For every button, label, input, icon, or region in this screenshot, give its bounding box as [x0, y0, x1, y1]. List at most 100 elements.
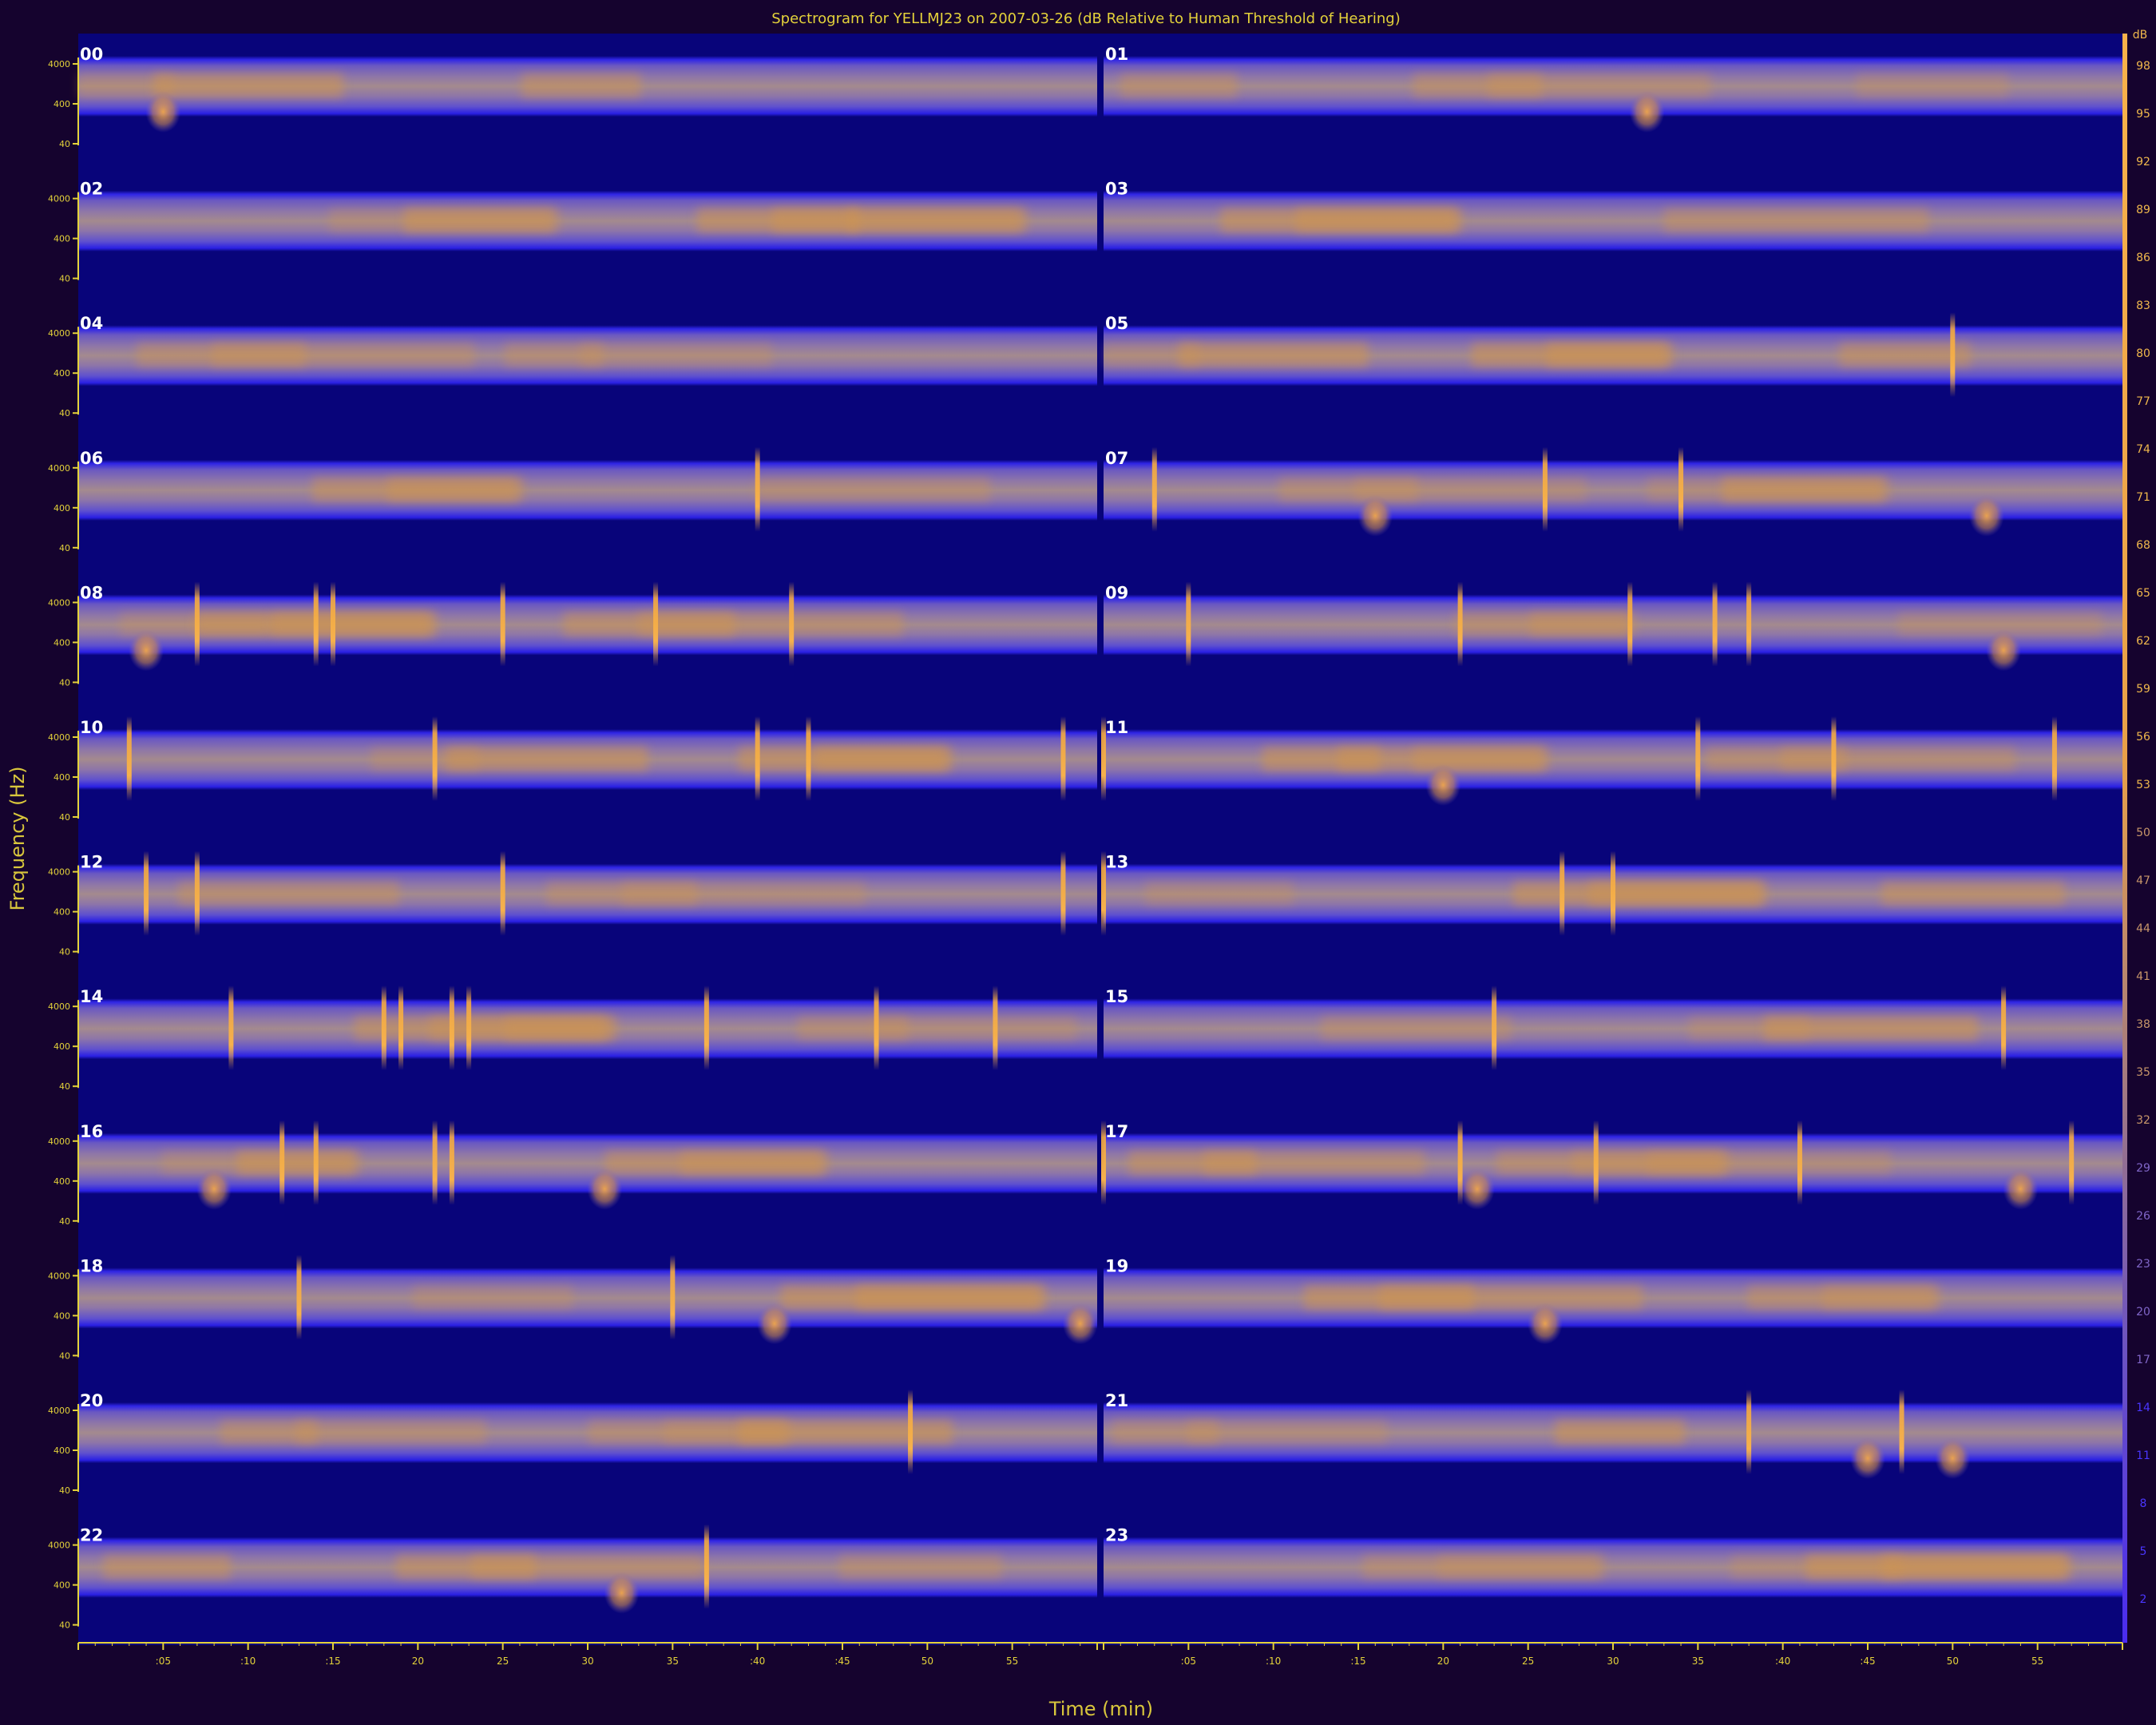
colorbar-tick-label: 59	[2136, 683, 2150, 696]
blob-event	[1062, 1303, 1098, 1345]
spike-event	[194, 581, 200, 667]
loud-segment	[1203, 1150, 1425, 1175]
hour-label-14: 14	[80, 987, 103, 1006]
time-tick-label: :15	[1350, 1656, 1365, 1667]
time-tick-label: :10	[240, 1656, 256, 1667]
time-tick-label: 30	[581, 1656, 593, 1667]
freq-tick-label: 4000	[48, 867, 70, 878]
time-tick-label: 25	[1522, 1656, 1534, 1667]
freq-tick-label: 400	[54, 1580, 70, 1591]
hour-label-09: 09	[1105, 583, 1128, 602]
colorbar-tick-label: 92	[2136, 156, 2150, 169]
loud-segment	[412, 1285, 573, 1310]
loud-segment	[1379, 1285, 1643, 1310]
spike-event	[653, 581, 659, 667]
loud-segment	[1822, 1285, 1933, 1310]
freq-tick-label: 4000	[48, 732, 70, 743]
frequency-axis: 4000 400 40 4000 400 40 4000 400 40 4000 400 40 4000…	[48, 58, 79, 1631]
loud-segment	[471, 1554, 704, 1579]
spike-event	[2069, 1120, 2075, 1205]
freq-tick-label: 400	[54, 907, 70, 918]
colorbar-tick-label: 71	[2136, 491, 2150, 504]
colorbar-tick-label: 86	[2136, 252, 2150, 264]
blob-event	[604, 1572, 640, 1614]
colorbar-tick-label: 47	[2136, 874, 2150, 887]
loud-segment	[1488, 73, 1710, 97]
time-tick-label: :45	[1860, 1656, 1875, 1667]
spike-event	[331, 581, 335, 667]
freq-tick-label: 40	[59, 677, 70, 688]
hour-label-10: 10	[80, 718, 103, 737]
loud-segment	[295, 1420, 486, 1444]
colorbar-tick-label: 80	[2136, 347, 2150, 360]
loud-segment	[1530, 612, 1629, 636]
loud-segment	[1437, 1554, 1598, 1579]
spike-event	[432, 716, 438, 801]
colorbar-tick-label: 2	[2140, 1593, 2147, 1606]
hour-label-05: 05	[1105, 314, 1128, 333]
loud-segment	[755, 477, 990, 502]
loud-segment	[1547, 343, 1667, 367]
loud-segment	[839, 1554, 1002, 1579]
spike-event	[1611, 851, 1615, 936]
blob-event	[1425, 764, 1461, 806]
freq-tick-label: 40	[59, 1620, 70, 1631]
spike-event	[1899, 1390, 1904, 1474]
freq-tick-label: 400	[54, 503, 70, 514]
loud-segment	[1781, 747, 2015, 771]
spike-event	[806, 716, 811, 801]
spike-event	[1560, 851, 1565, 936]
loud-segment	[1120, 73, 1237, 97]
colorbar-tick-label: 20	[2136, 1306, 2150, 1319]
loud-segment	[1856, 73, 2008, 97]
hour-label-13: 13	[1105, 853, 1128, 872]
spike-event	[296, 1255, 302, 1340]
colorbar-tick-label: 29	[2136, 1162, 2150, 1175]
spike-event	[1695, 716, 1701, 801]
freq-tick-label: 40	[59, 139, 70, 149]
time-tick-label: :05	[1181, 1656, 1196, 1667]
y-axis-label: Frequency (Hz)	[6, 767, 29, 911]
hour-label-02: 02	[80, 180, 103, 199]
loud-segment	[521, 73, 641, 97]
loud-segment	[638, 612, 903, 636]
colorbar-tick-label: 89	[2136, 204, 2150, 216]
loud-segment	[739, 1420, 953, 1444]
time-tick-label: :15	[325, 1656, 340, 1667]
loud-segment	[856, 1285, 1040, 1310]
spike-event	[1151, 446, 1157, 532]
spike-event	[1712, 581, 1718, 667]
spike-event	[432, 1120, 438, 1205]
loud-segment	[1321, 1016, 1512, 1041]
blob-event	[1968, 494, 2004, 537]
spike-event	[755, 446, 760, 532]
freq-tick-label: 4000	[48, 1406, 70, 1416]
freq-tick-label: 400	[54, 234, 70, 244]
time-tick-label: 50	[1947, 1656, 1959, 1667]
spike-event	[1186, 581, 1191, 667]
loud-segment	[1145, 881, 1294, 906]
time-tick-label: 25	[497, 1656, 509, 1667]
blob-event	[587, 1168, 623, 1210]
colorbar-tick-label: 8	[2140, 1497, 2147, 1510]
freq-tick-label: 4000	[48, 59, 70, 69]
blob-event	[1850, 1438, 1885, 1479]
freq-tick-label: 40	[59, 1350, 70, 1361]
colorbar-tick-label: 35	[2136, 1066, 2150, 1079]
spike-event	[2001, 985, 2007, 1071]
freq-tick-label: 400	[54, 368, 70, 379]
spike-event	[228, 985, 234, 1071]
spike-event	[313, 1120, 319, 1205]
time-tick-label: :40	[1775, 1656, 1790, 1667]
colorbar-tick-label: 44	[2136, 922, 2150, 935]
time-tick-label: 30	[1607, 1656, 1619, 1667]
freq-tick-label: 40	[59, 274, 70, 284]
freq-tick-label: 400	[54, 1445, 70, 1456]
spike-event	[1797, 1120, 1802, 1205]
loud-segment	[404, 208, 554, 232]
hour-label-01: 01	[1105, 45, 1128, 64]
loud-segment	[178, 881, 399, 906]
freq-tick-label: 40	[59, 812, 70, 823]
freq-tick-label: 4000	[48, 597, 70, 608]
freq-tick-label: 400	[54, 99, 70, 109]
